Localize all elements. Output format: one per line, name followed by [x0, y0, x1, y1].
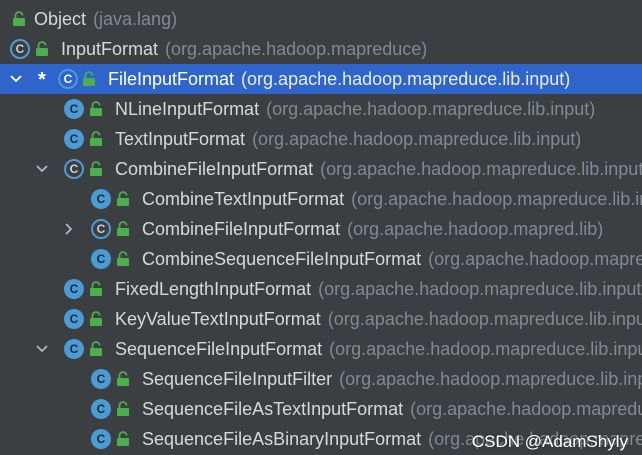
class-icon: C — [91, 399, 111, 419]
class-icon: C — [91, 369, 111, 389]
lock-icon — [116, 371, 130, 387]
class-name: CombineTextInputFormat — [142, 189, 345, 209]
package-name: (org.apache.hadoop.mapred.lib) — [347, 219, 604, 239]
package-name: (org.apache.hadoop.mapreduce.lib.input) — [266, 99, 596, 119]
chevron-down-icon[interactable] — [8, 64, 24, 94]
package-name: (org.apache.hadoop.mapreduce.lib.input) — [252, 129, 582, 149]
lock-icon — [89, 311, 103, 327]
class-label: Object (java.lang) — [34, 4, 177, 34]
class-label: FileInputFormat (org.apache.hadoop.mapred… — [108, 64, 570, 94]
tree-row[interactable]: C KeyValueTextInputFormat (org.apache.had… — [0, 304, 642, 334]
class-name: FileInputFormat — [108, 69, 235, 89]
abstract-class-icon: C — [10, 39, 30, 59]
abstract-class-icon: C — [91, 219, 111, 239]
class-label: FixedLengthInputFormat (org.apache.hadoop… — [115, 274, 642, 304]
class-name: CombineFileInputFormat — [142, 219, 341, 239]
watermark: CSDN @AdamShyly — [471, 432, 628, 451]
package-name: (org.apache.hadoop.mapreduce.lib.input) — [320, 159, 642, 179]
lock-icon — [89, 161, 103, 177]
class-label: TextInputFormat (org.apache.hadoop.mapred… — [115, 124, 581, 154]
lock-icon — [116, 221, 130, 237]
package-name: (org.apache.hadoop.mapreduce.lib.input) — [410, 399, 642, 419]
class-label: CombineFileInputFormat (org.apache.hadoop… — [115, 154, 642, 184]
class-label: CombineFileInputFormat (org.apache.hadoop… — [142, 214, 603, 244]
lock-icon — [82, 71, 96, 87]
tree-row[interactable]: C CombineFileInputFormat (org.apache.hado… — [0, 154, 642, 184]
lock-icon — [116, 191, 130, 207]
class-icon: C — [91, 429, 111, 449]
class-name: CombineSequenceFileInputFormat — [142, 249, 422, 269]
class-name: SequenceFileAsTextInputFormat — [142, 399, 404, 419]
package-name: (org.apache.hadoop.mapreduce.lib.input) — [241, 69, 571, 89]
class-icon: C — [64, 279, 84, 299]
class-icon: C — [91, 249, 111, 269]
tree-row[interactable]: C NLineInputFormat (org.apache.hadoop.map… — [0, 94, 642, 124]
tree-row[interactable]: C FixedLengthInputFormat (org.apache.hado… — [0, 274, 642, 304]
class-name: SequenceFileInputFilter — [142, 369, 333, 389]
lock-icon — [116, 431, 130, 447]
tree-row[interactable]: C CombineSequenceFileInputFormat (org.apa… — [0, 244, 642, 274]
lock-icon — [35, 41, 49, 57]
chevron-down-icon[interactable] — [34, 334, 50, 364]
class-name: Object — [34, 9, 87, 29]
class-label: CombineTextInputFormat (org.apache.hadoop… — [142, 184, 642, 214]
tree-row-selected[interactable]: * C FileInputFormat (org.apache.hadoop.ma… — [0, 64, 642, 94]
abstract-class-icon: C — [58, 69, 78, 89]
lock-icon — [116, 401, 130, 417]
package-name: (org.apache.hadoop.mapreduce.lib.input) — [351, 189, 642, 209]
class-icon: C — [64, 129, 84, 149]
class-label: SequenceFileAsTextInputFormat (org.apache… — [142, 394, 642, 424]
class-icon: C — [64, 339, 84, 359]
tree-row[interactable]: C SequenceFileInputFilter (org.apache.had… — [0, 364, 642, 394]
package-name: (java.lang) — [93, 9, 178, 29]
class-name: SequenceFileAsBinaryInputFormat — [142, 429, 422, 449]
tree-row[interactable]: C InputFormat (org.apache.hadoop.mapreduc… — [0, 34, 642, 64]
class-name: CombineFileInputFormat — [115, 159, 314, 179]
abstract-class-icon: C — [64, 159, 84, 179]
class-label: SequenceFileInputFormat (org.apache.hadoo… — [115, 334, 642, 364]
tree-row[interactable]: C CombineTextInputFormat (org.apache.hado… — [0, 184, 642, 214]
chevron-right-icon[interactable] — [61, 214, 77, 244]
package-name: (org.apache.hadoop.mapreduce.lib.input) — [428, 249, 642, 269]
class-label: NLineInputFormat (org.apache.hadoop.mapre… — [115, 94, 595, 124]
tree-row[interactable]: C TextInputFormat (org.apache.hadoop.mapr… — [0, 124, 642, 154]
class-label: KeyValueTextInputFormat (org.apache.hadoo… — [115, 304, 642, 334]
package-name: (org.apache.hadoop.mapreduce) — [165, 39, 428, 59]
class-label: SequenceFileInputFilter (org.apache.hadoo… — [142, 364, 642, 394]
tree-row[interactable]: C CombineFileInputFormat (org.apache.hado… — [0, 214, 642, 244]
tree-row[interactable]: C SequenceFileInputFormat (org.apache.had… — [0, 334, 642, 364]
class-name: SequenceFileInputFormat — [115, 339, 323, 359]
class-label: InputFormat (org.apache.hadoop.mapreduce) — [61, 34, 427, 64]
tree-row[interactable]: C SequenceFileAsTextInputFormat (org.apac… — [0, 394, 642, 424]
lock-icon — [89, 131, 103, 147]
package-name: (org.apache.hadoop.mapreduce.lib.input) — [329, 339, 642, 359]
class-icon: C — [64, 309, 84, 329]
class-icon: C — [64, 99, 84, 119]
package-name: (org.apache.hadoop.mapreduce.lib.input) — [339, 369, 642, 389]
lock-icon — [116, 251, 130, 267]
class-name: NLineInputFormat — [115, 99, 260, 119]
lock-icon — [89, 341, 103, 357]
class-name: FixedLengthInputFormat — [115, 279, 312, 299]
lock-icon — [89, 101, 103, 117]
class-name: TextInputFormat — [115, 129, 246, 149]
class-icon: C — [91, 189, 111, 209]
lock-icon — [89, 281, 103, 297]
class-name: InputFormat — [61, 39, 159, 59]
package-name: (org.apache.hadoop.mapreduce.lib.input) — [327, 309, 642, 329]
class-label: CombineSequenceFileInputFormat (org.apach… — [142, 244, 642, 274]
current-class-marker: * — [38, 69, 46, 91]
tree-row[interactable]: Object (java.lang) — [0, 4, 642, 34]
chevron-down-icon[interactable] — [34, 154, 50, 184]
lock-icon — [12, 11, 26, 27]
class-name: KeyValueTextInputFormat — [115, 309, 321, 329]
type-hierarchy-tree: Object (java.lang) C InputFormat (org.apac… — [0, 0, 642, 455]
package-name: (org.apache.hadoop.mapreduce.lib.input) — [318, 279, 642, 299]
